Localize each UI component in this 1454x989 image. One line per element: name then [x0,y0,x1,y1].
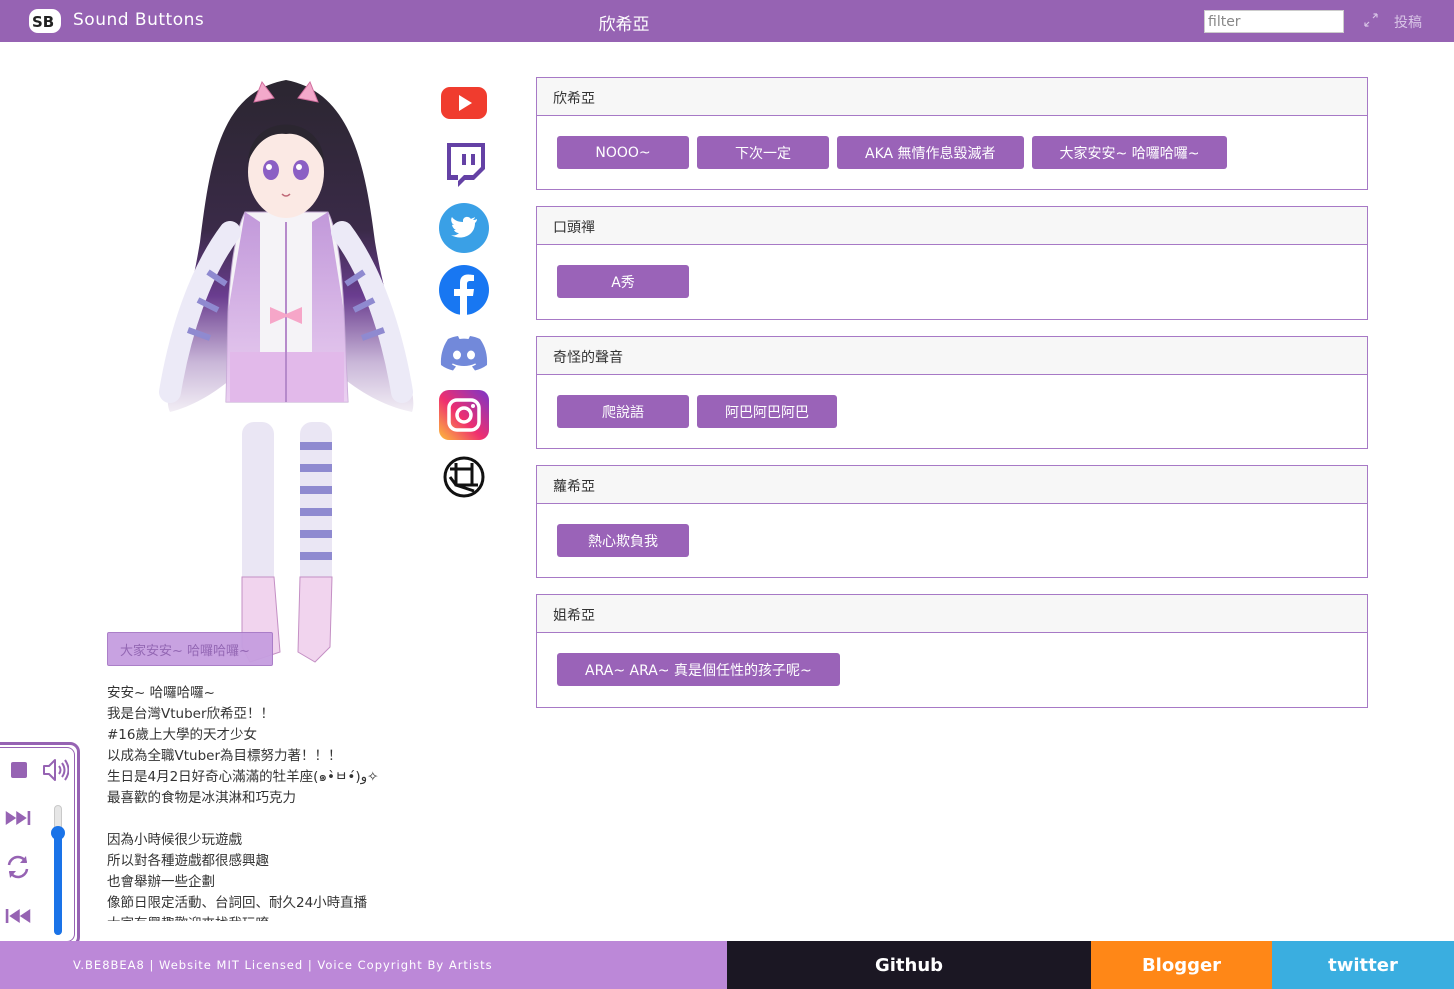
category-4: 姐希亞 ARA~ ARA~ 真是個任性的孩子呢~ [536,594,1368,708]
sound-button[interactable]: NOOO~ [557,136,689,169]
category-title: 口頭禪 [537,207,1367,245]
blogger-link[interactable]: Blogger [1091,941,1272,989]
category-title: 姐希亞 [537,595,1367,633]
license-text: V.BE8BEA8 | Website MIT Licensed | Voice… [0,941,727,989]
category-title: 蘿希亞 [537,466,1367,504]
sound-button[interactable]: 下次一定 [697,136,829,169]
page-title: 欣希亞 [598,15,650,35]
stop-icon[interactable] [5,756,33,784]
category-title: 奇怪的聲音 [537,337,1367,375]
character-illustration [159,80,414,663]
sound-button[interactable]: 大家安安~ 哈囉哈囉~ [1031,136,1228,169]
filter-input[interactable] [1204,10,1344,33]
instagram-icon[interactable] [438,389,490,441]
category-title: 欣希亞 [537,78,1367,116]
top-navbar: SB Sound Buttons 欣希亞 投稿 [0,0,1454,42]
category-0: 欣希亞 NOOO~ 下次一定 AKA 無情作息毀滅者 大家安安~ 哈囉哈囉~ [536,77,1368,190]
footer: V.BE8BEA8 | Website MIT Licensed | Voice… [0,941,1454,989]
category-buttons: A秀 [537,245,1367,317]
category-1: 口頭禪 A秀 [536,206,1368,320]
twitch-icon[interactable] [438,139,490,191]
sound-button[interactable]: 爬說語 [557,395,689,428]
submit-link[interactable]: 投稿 [1394,12,1422,32]
vtuber-bio: 安安~ 哈囉哈囉~ 我是台灣Vtuber欣希亞！！ #16歲上大學的天才少女 以… [107,685,379,921]
next-icon[interactable] [4,804,32,832]
sound-button[interactable]: 阿巴阿巴阿巴 [697,395,837,428]
volume-slider-handle[interactable] [51,826,65,840]
youtube-icon[interactable] [438,77,490,129]
now-playing-label: 大家安安~ 哈囉哈囉~ [107,632,273,666]
volume-icon[interactable] [41,756,69,784]
discord-icon[interactable] [438,327,490,379]
volume-slider-fill [54,833,62,935]
sound-button[interactable]: A秀 [557,265,689,298]
facebook-icon[interactable] [438,264,490,316]
category-buttons: 熱心欺負我 [537,504,1367,576]
website-icon[interactable] [438,451,490,503]
category-buttons: ARA~ ARA~ 真是個任性的孩子呢~ [537,633,1367,705]
sound-button[interactable]: AKA 無情作息毀滅者 [837,136,1024,169]
category-buttons: NOOO~ 下次一定 AKA 無情作息毀滅者 大家安安~ 哈囉哈囉~ [537,116,1367,188]
sound-button[interactable]: 熱心欺負我 [557,524,689,557]
sound-button[interactable]: ARA~ ARA~ 真是個任性的孩子呢~ [557,653,840,686]
category-3: 蘿希亞 熱心欺負我 [536,465,1368,578]
twitter-icon[interactable] [438,202,490,254]
github-link[interactable]: Github [727,941,1091,989]
category-buttons: 爬說語 阿巴阿巴阿巴 [537,375,1367,447]
previous-icon[interactable] [4,902,32,930]
category-2: 奇怪的聲音 爬說語 阿巴阿巴阿巴 [536,336,1368,449]
repeat-icon[interactable] [4,853,32,881]
twitter-link[interactable]: twitter [1272,941,1454,989]
fullscreen-icon[interactable] [1364,13,1378,27]
